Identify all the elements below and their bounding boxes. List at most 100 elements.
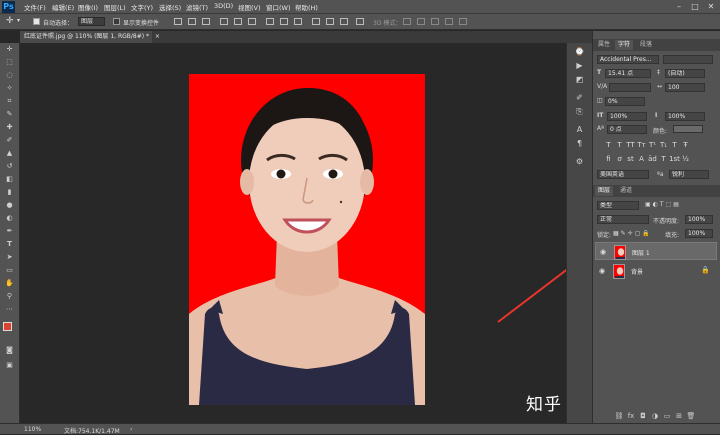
- small-caps-button[interactable]: Tт: [636, 141, 647, 149]
- eraser-tool-icon[interactable]: ◧: [4, 175, 15, 184]
- align-right-icon[interactable]: [248, 18, 256, 25]
- auto-align-icon[interactable]: [356, 18, 364, 25]
- more-tools-icon[interactable]: ⋯: [4, 305, 15, 314]
- minimize-button[interactable]: –: [672, 0, 686, 13]
- fx-icon[interactable]: fx: [625, 412, 637, 420]
- menu-select[interactable]: 选择(S): [159, 2, 181, 12]
- distribute-bottom-icon[interactable]: [294, 18, 302, 25]
- align-top-icon[interactable]: [174, 18, 182, 25]
- zoom-level[interactable]: 110%: [24, 426, 41, 433]
- titling-alternates-button[interactable]: ād: [647, 155, 658, 163]
- move-tool-icon[interactable]: ✛: [4, 45, 15, 54]
- align-bottom-icon[interactable]: [202, 18, 210, 25]
- ordinals-button[interactable]: 1st: [669, 155, 680, 163]
- auto-select-checkbox[interactable]: [33, 18, 40, 25]
- foreground-color-swatch[interactable]: [3, 322, 12, 331]
- dodge-tool-icon[interactable]: ◐: [4, 214, 15, 223]
- auto-select-target-select[interactable]: 图层: [78, 17, 105, 26]
- baseline-field[interactable]: 0 点: [607, 125, 647, 134]
- stylistic-alternates-button[interactable]: st: [625, 155, 636, 163]
- fractions-button[interactable]: ½: [680, 155, 691, 163]
- layer-name[interactable]: 图层 1: [632, 248, 650, 257]
- swash-button[interactable]: A: [636, 155, 647, 163]
- blur-tool-icon[interactable]: ●: [4, 201, 15, 210]
- zoom-tool-icon[interactable]: ⚲: [4, 292, 15, 301]
- menu-window[interactable]: 窗口(W): [266, 2, 291, 12]
- font-style-select[interactable]: [663, 55, 713, 64]
- layer-row-layer1[interactable]: ◉ 图层 1: [595, 242, 717, 260]
- menu-file[interactable]: 文件(F): [24, 2, 46, 12]
- group-icon[interactable]: ▭: [661, 412, 673, 420]
- distribute-top-icon[interactable]: [266, 18, 274, 25]
- adjustments-panel-icon[interactable]: ◩: [574, 75, 585, 85]
- show-transform-checkbox[interactable]: [113, 18, 120, 25]
- menu-image[interactable]: 图像(I): [78, 2, 98, 12]
- brush-tool-icon[interactable]: ✐: [4, 136, 15, 145]
- tab-channels[interactable]: 通道: [617, 186, 635, 196]
- healing-brush-tool-icon[interactable]: ✚: [4, 123, 15, 132]
- menu-3d[interactable]: 3D(D): [214, 2, 233, 10]
- document-tab[interactable]: 红底证件照.jpg @ 110% (图层 1, RGB/8#) * ×: [20, 31, 160, 43]
- 3d-roll-icon[interactable]: [417, 18, 425, 25]
- 3d-rotate-icon[interactable]: [403, 18, 411, 25]
- screen-mode-icon[interactable]: ▣: [4, 361, 15, 370]
- distribute-left-icon[interactable]: [312, 18, 320, 25]
- subscript-button[interactable]: T₁: [658, 141, 669, 149]
- magic-wand-tool-icon[interactable]: ✧: [4, 84, 15, 93]
- clone-source-panel-icon[interactable]: ⎘: [574, 107, 585, 117]
- menu-edit[interactable]: 编辑(E): [52, 2, 74, 12]
- discretionary-ligatures-button[interactable]: ơ: [614, 155, 625, 163]
- lasso-tool-icon[interactable]: ◌: [4, 71, 15, 80]
- tab-properties[interactable]: 属性: [595, 40, 613, 50]
- superscript-button[interactable]: T¹: [647, 141, 658, 149]
- menu-layer[interactable]: 图层(L): [104, 2, 126, 12]
- ornaments-button[interactable]: T: [658, 155, 669, 163]
- type-tool-icon[interactable]: T: [4, 240, 15, 249]
- layer-row-background[interactable]: ◉ 背景 🔒: [595, 262, 717, 280]
- tab-character[interactable]: 字符: [615, 40, 634, 50]
- 3d-pan-icon[interactable]: [431, 18, 439, 25]
- tracking-field[interactable]: 100: [665, 83, 705, 92]
- new-layer-icon[interactable]: ⊞: [673, 412, 685, 420]
- eyedropper-tool-icon[interactable]: ✎: [4, 110, 15, 119]
- gradient-tool-icon[interactable]: ▮: [4, 188, 15, 197]
- maximize-button[interactable]: □: [688, 0, 702, 13]
- align-hcenter-icon[interactable]: [234, 18, 242, 25]
- blend-mode-select[interactable]: 正常: [597, 215, 649, 224]
- brush-panel-icon[interactable]: ✐: [574, 93, 585, 103]
- faux-bold-button[interactable]: T: [603, 141, 614, 149]
- path-selection-tool-icon[interactable]: ➤: [4, 253, 15, 262]
- paragraph-panel-icon[interactable]: ¶: [574, 139, 585, 149]
- history-brush-tool-icon[interactable]: ↺: [4, 162, 15, 171]
- portrait-photo[interactable]: [189, 74, 425, 405]
- clone-stamp-tool-icon[interactable]: ▲: [4, 149, 15, 158]
- layer-name[interactable]: 背景: [631, 267, 643, 276]
- pen-tool-icon[interactable]: ✒: [4, 227, 15, 236]
- status-expand-icon[interactable]: ›: [130, 426, 132, 433]
- tab-paragraph[interactable]: 段落: [637, 40, 655, 50]
- marquee-tool-icon[interactable]: ⬚: [4, 58, 15, 67]
- adjustment-icon[interactable]: ◑: [649, 412, 661, 420]
- horizontal-scale-field[interactable]: 100%: [665, 112, 705, 121]
- text-color-swatch[interactable]: [673, 125, 703, 133]
- all-caps-button[interactable]: TT: [625, 141, 636, 149]
- underline-button[interactable]: T: [669, 141, 680, 149]
- rectangle-tool-icon[interactable]: ▭: [4, 266, 15, 275]
- distribute-right-icon[interactable]: [340, 18, 348, 25]
- tsume-field[interactable]: 0%: [605, 97, 645, 106]
- actions-panel-icon[interactable]: ▶: [574, 61, 585, 71]
- quick-mask-icon[interactable]: ◙: [4, 346, 15, 355]
- layer-kind-filter[interactable]: 类型: [597, 201, 639, 210]
- move-tool-icon[interactable]: ✛: [6, 16, 14, 26]
- tool-preset-chevron-icon[interactable]: ▾: [17, 17, 20, 24]
- 3d-slide-icon[interactable]: [445, 18, 453, 25]
- close-tab-icon[interactable]: ×: [155, 33, 160, 40]
- eye-icon[interactable]: ◉: [600, 248, 606, 256]
- menu-view[interactable]: 视图(V): [238, 2, 261, 12]
- distribute-vcenter-icon[interactable]: [280, 18, 288, 25]
- language-select[interactable]: 美国英语: [597, 170, 649, 179]
- ligatures-button[interactable]: fi: [603, 155, 614, 163]
- align-vcenter-icon[interactable]: [188, 18, 196, 25]
- font-size-field[interactable]: 15.41 点: [605, 69, 651, 78]
- vertical-scale-field[interactable]: 100%: [607, 112, 647, 121]
